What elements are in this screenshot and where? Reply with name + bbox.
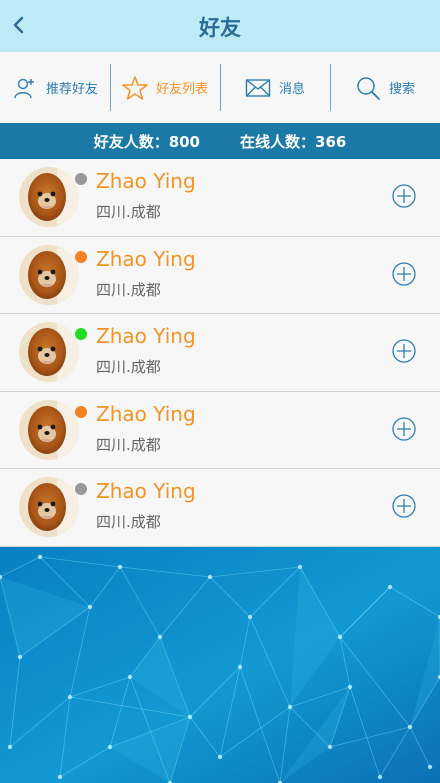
friend-name: Zhao Ying bbox=[96, 324, 196, 349]
friend-row[interactable]: Zhao Ying 四川.成都 bbox=[0, 314, 440, 392]
tab-label: 消息 bbox=[278, 82, 305, 97]
friend-location: 四川.成都 bbox=[96, 358, 161, 377]
add-user-icon bbox=[12, 75, 38, 101]
friend-row[interactable]: Zhao Ying 四川.成都 bbox=[0, 159, 440, 237]
avatar[interactable] bbox=[19, 167, 79, 227]
add-friend-icon[interactable] bbox=[391, 493, 417, 519]
star-icon bbox=[122, 75, 148, 101]
network-background bbox=[0, 547, 440, 783]
friend-row[interactable]: Zhao Ying 四川.成都 bbox=[0, 469, 440, 547]
friend-row[interactable]: Zhao Ying 四川.成都 bbox=[0, 391, 440, 470]
avatar[interactable] bbox=[19, 477, 79, 538]
add-friend-icon[interactable] bbox=[391, 183, 417, 209]
online-status-dot bbox=[75, 250, 87, 263]
friend-location: 四川.成都 bbox=[96, 280, 161, 299]
friend-list: Zhao Ying 四川.成都 Zhao Ying 四川.成都 Zhao Yin… bbox=[0, 159, 440, 547]
envelope-icon bbox=[245, 75, 271, 101]
online-status-dot bbox=[75, 405, 87, 418]
friend-name: Zhao Ying bbox=[96, 479, 196, 504]
online-count: 在线人数：366 bbox=[240, 132, 347, 151]
search-icon bbox=[355, 75, 381, 101]
friend-name: Zhao Ying bbox=[96, 401, 196, 426]
stats-bar: 好友人数：800 在线人数：366 bbox=[0, 123, 440, 159]
tab-messages[interactable]: 消息 bbox=[220, 52, 330, 123]
avatar[interactable] bbox=[19, 399, 79, 460]
add-friend-icon[interactable] bbox=[391, 338, 417, 364]
online-status-dot bbox=[75, 173, 87, 185]
tab-friend-list[interactable]: 好友列表 bbox=[110, 52, 220, 123]
add-friend-icon[interactable] bbox=[391, 416, 417, 442]
avatar[interactable] bbox=[19, 244, 79, 305]
tab-bar: 推荐好友 好友列表 消息 搜索 bbox=[0, 52, 440, 123]
tab-recommend-friends[interactable]: 推荐好友 bbox=[0, 52, 110, 123]
avatar[interactable] bbox=[19, 322, 79, 383]
friend-name: Zhao Ying bbox=[96, 246, 196, 271]
add-friend-icon[interactable] bbox=[391, 261, 417, 287]
friend-location: 四川.成都 bbox=[96, 203, 161, 221]
online-status-dot bbox=[75, 328, 87, 341]
friend-name: Zhao Ying bbox=[96, 169, 196, 193]
online-status-dot bbox=[75, 483, 87, 496]
friend-location: 四川.成都 bbox=[96, 435, 161, 454]
tab-label: 好友列表 bbox=[155, 82, 208, 97]
page-title: 好友 bbox=[199, 16, 241, 40]
friend-location: 四川.成都 bbox=[96, 513, 161, 532]
tab-label: 推荐好友 bbox=[45, 82, 98, 97]
friend-count: 好友人数：800 bbox=[93, 132, 200, 151]
header-bar: 好友 bbox=[0, 0, 440, 52]
tab-label: 搜索 bbox=[388, 82, 415, 97]
friend-row[interactable]: Zhao Ying 四川.成都 bbox=[0, 236, 440, 315]
tab-search[interactable]: 搜索 bbox=[330, 52, 440, 123]
